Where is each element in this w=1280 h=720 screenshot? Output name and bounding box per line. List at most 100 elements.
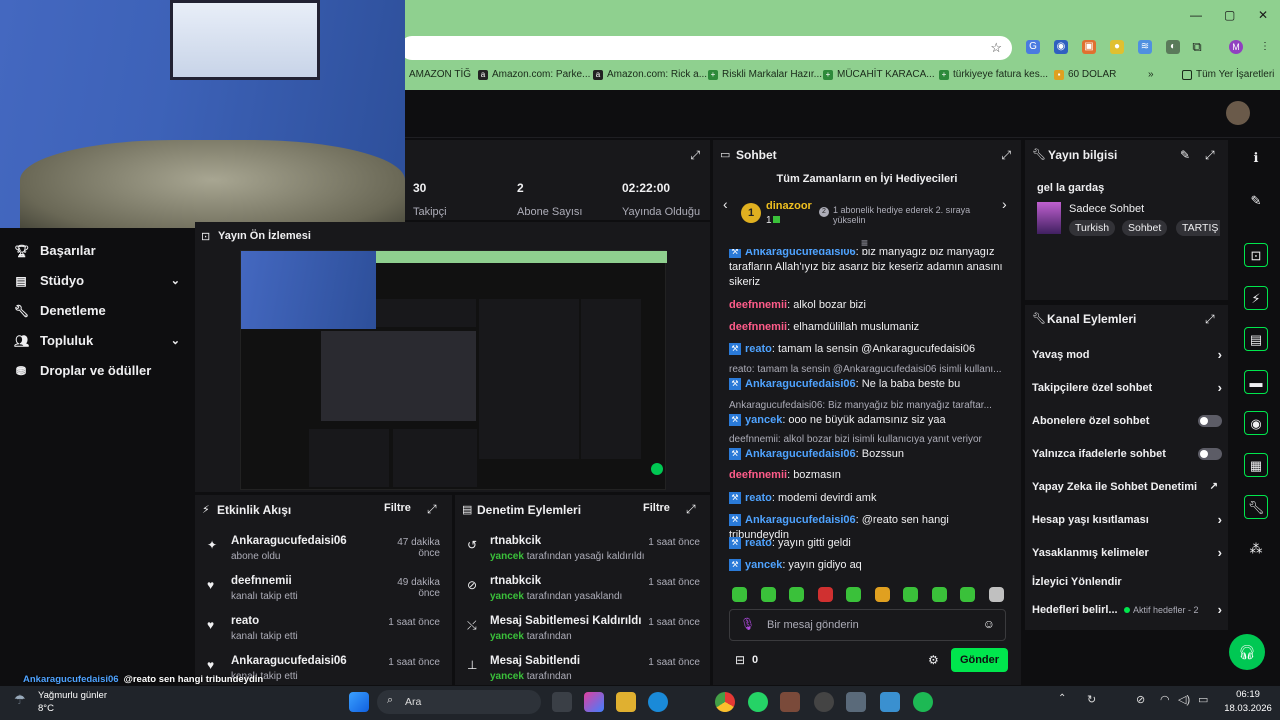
chat-bubble-icon[interactable]: ▬ [1244,370,1268,394]
extension-icon[interactable]: ≋ [1138,40,1152,54]
chat-username[interactable]: Ankaragucufedaisi06 [745,448,856,460]
chat-username[interactable]: yancek [745,559,782,571]
chat-username[interactable]: deefnnemii [729,299,787,311]
tag[interactable]: TARTIŞ [1176,220,1220,236]
tag[interactable]: Turkish [1069,220,1116,236]
layout-icon[interactable]: ▦ [1244,453,1268,477]
address-bar[interactable]: ☆ [400,36,1012,60]
wrench-icon[interactable]: 🔧︎ [1244,495,1268,519]
moderator-name[interactable]: yancek [490,551,524,562]
chat-username[interactable]: reato [745,537,772,549]
bookmark-item[interactable]: + Riskli Markalar Hazır... [708,69,822,80]
chat-message[interactable]: deefnnemii: bozmasın [729,468,1009,483]
weather-text[interactable]: Yağmurlu günler [38,690,107,701]
mod-action-name[interactable]: Mesaj Sabitlendi [490,655,580,667]
moderator-name[interactable]: yancek [490,671,524,682]
moderator-name[interactable]: yancek [490,591,524,602]
category-boxart[interactable] [1037,202,1061,234]
copilot-icon[interactable] [584,692,604,712]
popout-icon[interactable]: ⤢ [1001,148,1011,163]
chat-username[interactable]: deefnnemii [729,321,787,333]
wifi-icon[interactable]: ◠ [1160,693,1170,706]
pencil-icon[interactable]: ✎ [1244,189,1268,213]
emoji-icon[interactable]: ☺ [983,617,995,631]
channel-action-item[interactable]: Abonelere özel sohbet [1032,415,1222,429]
bookmark-item[interactable]: a Amazon.com: Rick a... [593,69,707,80]
chat-message[interactable]: ⚒ Ankaragucufedaisi06: Bozssun [729,447,1009,462]
whatsapp-icon[interactable] [748,692,768,712]
filter-button[interactable]: Filtre [643,502,670,514]
category-name[interactable]: Sadece Sohbet [1069,203,1144,215]
extensions-puzzle-icon[interactable]: ⧉ [1190,40,1204,54]
mod-action-name[interactable]: rtnabkcik [490,575,541,587]
emote-icon[interactable] [789,587,804,602]
bookmarks-overflow-icon[interactable]: » [1148,69,1154,80]
emote-icon[interactable] [874,587,890,602]
app-icon[interactable] [780,692,800,712]
chrome-icon[interactable] [715,692,735,712]
file-explorer-icon[interactable] [616,692,636,712]
bookmark-item[interactable]: Tüm Yer İşaretleri [1182,69,1274,80]
channel-action-item[interactable]: Yavaş mod › [1032,347,1222,363]
profile-avatar[interactable]: M [1229,40,1243,54]
top-gifter-name[interactable]: dinazoor [766,200,812,212]
extension-icon[interactable]: ▣ [1082,40,1096,54]
bookmark-item[interactable]: ▪ 60 DOLAR [1054,69,1116,80]
toggle-switch[interactable] [1198,448,1222,460]
emote-icon[interactable] [846,587,861,602]
translate-extension-icon[interactable]: G [1026,40,1040,54]
gear-icon[interactable]: ⚙︎ [928,653,939,667]
microphone-icon[interactable]: 🎙︎ [740,617,755,631]
battery-icon[interactable]: ▭ [1198,693,1208,706]
chat-username[interactable]: reato [745,343,772,355]
chat-message[interactable]: ⚒ yancek: ooo ne büyük adamsınız siz yaa [729,413,1009,428]
volume-icon[interactable]: ◁) [1178,693,1190,706]
maximize-icon[interactable]: ▢ [1224,8,1235,22]
bookmark-item[interactable]: AMAZON TİĞ [409,69,471,80]
sync-icon[interactable]: ↻ [1087,693,1096,706]
lightning-icon[interactable]: ⚡︎ [1244,286,1268,310]
chat-message[interactable]: ⚒ yancek: yayın gidiyo aq [729,558,1009,573]
bookmark-item[interactable]: a Amazon.com: Parke... [478,69,590,80]
channel-action-item[interactable]: Yapay Zeka ile Sohbet Denetimi ↗ [1032,481,1222,495]
calculator-icon[interactable] [846,692,866,712]
emote-icon[interactable] [960,587,975,602]
mod-action-name[interactable]: rtnabkcik [490,535,541,547]
chat-username[interactable]: deefnnemii [729,469,787,481]
channel-action-item[interactable]: İzleyici Yönlendir [1032,576,1222,590]
taskbar-search[interactable]: ⌕ Ara [377,690,541,714]
help-button[interactable]: 🎧︎ [1229,634,1265,670]
mod-action-name[interactable]: Mesaj Sabitlemesi Kaldırıldı [490,615,641,627]
menu-dots-icon[interactable]: ⋮ [1258,40,1272,54]
extension-icon[interactable]: ● [1110,40,1124,54]
sidebar-item-community[interactable]: 👥︎ Topluluk ⌄ [14,333,184,348]
minimize-icon[interactable]: — [1190,8,1202,22]
extension-icon[interactable]: ◐ [1166,40,1180,54]
preview-video[interactable] [240,250,667,490]
task-view-icon[interactable] [552,692,572,712]
event-name[interactable]: deefnnemii [231,575,292,587]
chat-message[interactable]: ⚒ reato: tamam la sensin @Ankaragucufedai… [729,342,1009,357]
collapse-icon[interactable]: ≡ [861,236,868,250]
notes-icon[interactable]: ▤ [1244,327,1268,351]
mic-muted-icon[interactable]: ⊘ [1136,693,1145,706]
sidebar-item-achievements[interactable]: 🏆︎ Başarılar [14,243,184,258]
notepad-icon[interactable] [880,692,900,712]
close-icon[interactable]: ✕ [1258,8,1268,22]
popout-icon[interactable]: ⤢ [1205,148,1215,163]
chat-message[interactable]: deefnnemii: alkol bozar bizi [729,298,1009,313]
emote-icon[interactable] [903,587,918,602]
sidebar-item-drops[interactable]: ⛃ Droplar ve ödüller [14,363,184,378]
event-name[interactable]: reato [231,615,259,627]
clock-time[interactable]: 06:19 [1228,689,1268,700]
filter-button[interactable]: Filtre [384,502,411,514]
windows-start-icon[interactable] [349,692,369,712]
emote-icon[interactable] [817,587,833,602]
event-name[interactable]: Ankaragucufedaisi06 [231,535,347,547]
extension-icon[interactable]: ◉ [1054,40,1068,54]
popout-icon[interactable]: ⤢ [690,148,700,163]
bookmark-star-icon[interactable]: ☆ [990,40,1002,56]
chevron-right-icon[interactable]: › [1002,196,1007,212]
bookmark-item[interactable]: + türkiyeye fatura kes... [939,69,1048,80]
chevron-left-icon[interactable]: ‹ [723,196,728,212]
